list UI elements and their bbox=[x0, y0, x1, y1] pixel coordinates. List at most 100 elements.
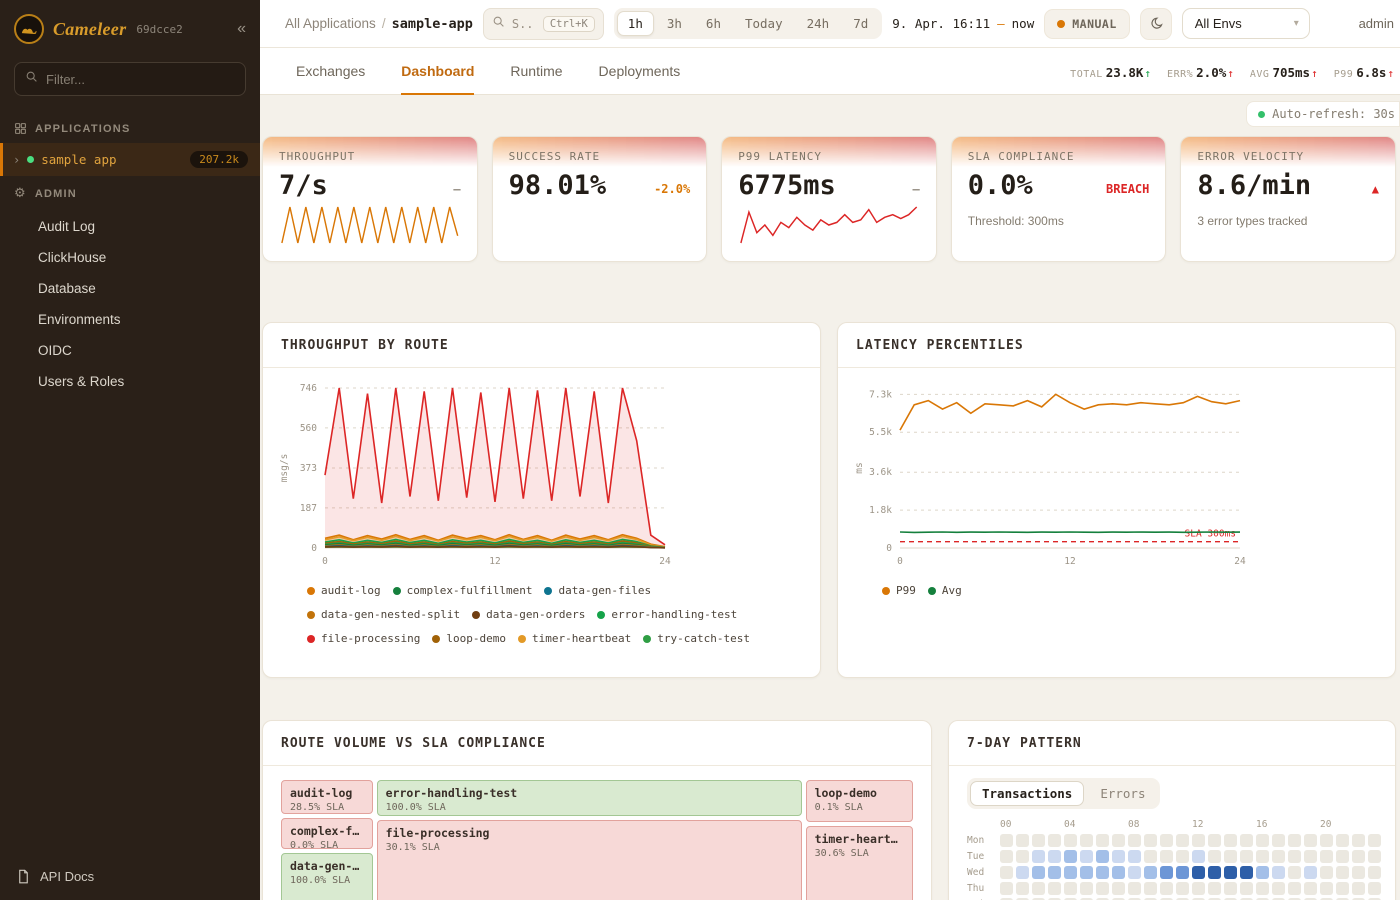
legend-item-try-catch-test[interactable]: try-catch-test bbox=[643, 632, 750, 645]
app-count-badge: 207.2k bbox=[190, 151, 248, 168]
heatmap-hour-label bbox=[1032, 819, 1045, 831]
heatmap-hour-label: 20 bbox=[1320, 819, 1333, 831]
heatmap-cell bbox=[1336, 882, 1349, 895]
latency-chart: 7.3k5.5k3.6k1.8k001224msSLA 300ms bbox=[842, 376, 1382, 576]
tab-deployments[interactable]: Deployments bbox=[599, 48, 681, 95]
legend-item-audit-log[interactable]: audit-log bbox=[307, 584, 381, 597]
kpi-throughput: THROUGHPUT 7/s – bbox=[262, 136, 478, 262]
svg-text:SLA 300ms: SLA 300ms bbox=[1185, 529, 1236, 540]
time-range-24h[interactable]: 24h bbox=[796, 11, 841, 36]
sidebar-item-sample-app[interactable]: › sample app 207.2k bbox=[0, 143, 260, 176]
heatmap-cell bbox=[1192, 850, 1205, 863]
legend-item-data-gen-orders[interactable]: data-gen-orders bbox=[472, 608, 585, 621]
filter-input[interactable] bbox=[46, 72, 235, 87]
chevron-down-icon: ▾ bbox=[1294, 18, 1299, 29]
env-select[interactable]: All Envs ▾ bbox=[1182, 8, 1310, 39]
legend-dot bbox=[597, 611, 605, 619]
sidebar-item-oidc[interactable]: OIDC bbox=[0, 335, 260, 366]
breadcrumb-current: sample-app bbox=[392, 16, 473, 32]
heatmap-hour-label bbox=[1144, 819, 1157, 831]
heatmap-cell bbox=[1368, 882, 1381, 895]
legend-item-data-gen-nested-split[interactable]: data-gen-nested-split bbox=[307, 608, 460, 621]
kpi-side-indicator: ▲ bbox=[1372, 182, 1379, 199]
search-icon bbox=[25, 70, 38, 88]
treemap-tile-error-handling-test[interactable]: error-handling-test100.0% SLA bbox=[377, 780, 802, 816]
time-range-7d[interactable]: 7d bbox=[842, 11, 879, 36]
date-range-end: now bbox=[1012, 16, 1035, 31]
treemap-tile-timer-heartbeat[interactable]: timer-heartbeat30.6% SLA bbox=[806, 826, 913, 900]
time-range-1h[interactable]: 1h bbox=[617, 11, 654, 36]
treemap-column: error-handling-test100.0% SLA file-proces… bbox=[377, 780, 802, 900]
heatmap-hour-label: 04 bbox=[1064, 819, 1077, 831]
tab-runtime[interactable]: Runtime bbox=[510, 48, 562, 95]
sidebar-collapse-button[interactable]: « bbox=[237, 20, 246, 38]
heatmap-cell bbox=[1256, 866, 1269, 879]
sidebar-item-clickhouse[interactable]: ClickHouse bbox=[0, 242, 260, 273]
legend-item-p99[interactable]: P99 bbox=[882, 584, 916, 597]
heatmap-cell bbox=[1160, 834, 1173, 847]
breadcrumb-root[interactable]: All Applications bbox=[285, 16, 376, 31]
treemap-tile-file-processing[interactable]: file-processing 30.1% SLA bbox=[377, 820, 802, 900]
sidebar-item-users-roles[interactable]: Users & Roles bbox=[0, 366, 260, 397]
moon-icon bbox=[1148, 16, 1164, 32]
legend-dot bbox=[518, 635, 526, 643]
manual-refresh-button[interactable]: MANUAL bbox=[1044, 9, 1130, 39]
tab-dashboard[interactable]: Dashboard bbox=[401, 48, 474, 95]
route-volume-card: ROUTE VOLUME VS SLA COMPLIANCE audit-log… bbox=[262, 720, 932, 900]
time-range-6h[interactable]: 6h bbox=[695, 11, 732, 36]
heatmap-cell bbox=[1016, 834, 1029, 847]
treemap-tile-sla: 100.0% SLA bbox=[290, 875, 364, 886]
chevron-right-icon: › bbox=[13, 153, 20, 167]
heatmap-cell bbox=[1352, 834, 1365, 847]
treemap-tile-name: loop-demo bbox=[815, 786, 904, 800]
heatmap-day-label: Tue bbox=[967, 851, 997, 862]
kpi-value: 8.6/min bbox=[1197, 172, 1311, 199]
stat-err: ERR%2.0%↑ bbox=[1167, 62, 1234, 81]
treemap-tile-name: file-processing bbox=[386, 826, 793, 840]
heatmap-cell bbox=[1336, 866, 1349, 879]
legend-item-timer-heartbeat[interactable]: timer-heartbeat bbox=[518, 632, 631, 645]
sidebar-filter[interactable] bbox=[14, 62, 246, 96]
toggle-errors[interactable]: Errors bbox=[1088, 781, 1157, 806]
heatmap-hour-label: 00 bbox=[1000, 819, 1013, 831]
legend-item-loop-demo[interactable]: loop-demo bbox=[432, 632, 506, 645]
dark-mode-toggle[interactable] bbox=[1140, 8, 1172, 40]
svg-text:1.8k: 1.8k bbox=[869, 505, 892, 516]
sidebar-item-audit-log[interactable]: Audit Log bbox=[0, 211, 260, 242]
heatmap-day-label: Thu bbox=[967, 883, 997, 894]
sidebar-item-environments[interactable]: Environments bbox=[0, 304, 260, 335]
search-input[interactable]: S... bbox=[512, 17, 536, 31]
time-range-3h[interactable]: 3h bbox=[656, 11, 693, 36]
treemap-tile-data-gen-files[interactable]: data-gen-files100.0% SLA bbox=[281, 853, 373, 900]
legend-item-error-handling-test[interactable]: error-handling-test bbox=[597, 608, 737, 621]
treemap-tile-complex-fulfil[interactable]: complex-fulfil...0.0% SLA bbox=[281, 818, 373, 850]
sidebar-item-api-docs[interactable]: API Docs bbox=[0, 853, 260, 900]
kpi-value: 0.0% bbox=[968, 172, 1033, 199]
treemap-tile-loop-demo[interactable]: loop-demo0.1% SLA bbox=[806, 780, 913, 822]
treemap-tile-audit-log[interactable]: audit-log28.5% SLA bbox=[281, 780, 373, 814]
heatmap-cell bbox=[1000, 834, 1013, 847]
heatmap-cell bbox=[1096, 866, 1109, 879]
legend-item-complex-fulfillment[interactable]: complex-fulfillment bbox=[393, 584, 533, 597]
time-range-today[interactable]: Today bbox=[734, 11, 794, 36]
treemap-tile-sla: 30.1% SLA bbox=[386, 842, 793, 853]
card-title: ROUTE VOLUME VS SLA COMPLIANCE bbox=[281, 736, 546, 751]
legend-item-file-processing[interactable]: file-processing bbox=[307, 632, 420, 645]
global-search[interactable]: S... Ctrl+K bbox=[483, 8, 604, 40]
sidebar-item-database[interactable]: Database bbox=[0, 273, 260, 304]
heatmap-cell bbox=[1016, 866, 1029, 879]
legend-item-avg[interactable]: Avg bbox=[928, 584, 962, 597]
auto-refresh-control[interactable]: Auto-refresh: 30s bbox=[1246, 101, 1400, 127]
legend-item-data-gen-files[interactable]: data-gen-files bbox=[544, 584, 651, 597]
tab-exchanges[interactable]: Exchanges bbox=[296, 48, 365, 95]
kpi-title: ERROR VELOCITY bbox=[1197, 150, 1379, 163]
chart-body: 7.3k5.5k3.6k1.8k001224msSLA 300ms bbox=[838, 368, 1395, 576]
toggle-transactions[interactable]: Transactions bbox=[970, 781, 1084, 806]
user-menu[interactable]: admin bbox=[1359, 16, 1396, 31]
app-status-dot bbox=[27, 156, 34, 163]
heatmap-cell bbox=[1320, 850, 1333, 863]
heatmap-hour-label bbox=[1368, 819, 1381, 831]
svg-text:0: 0 bbox=[886, 543, 892, 554]
kpi-title: SUCCESS RATE bbox=[509, 150, 691, 163]
date-range[interactable]: 9. Apr. 16:11 — now bbox=[892, 16, 1034, 31]
